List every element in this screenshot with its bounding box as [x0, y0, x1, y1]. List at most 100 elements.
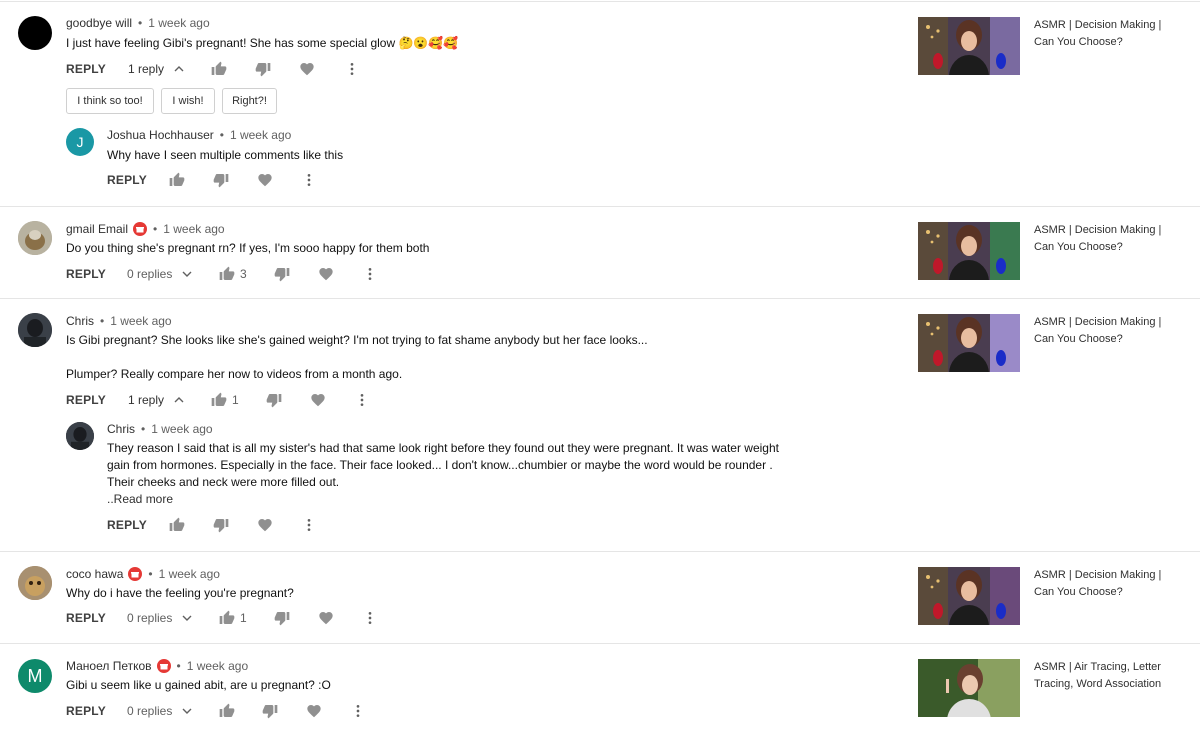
- like-count: 1: [232, 393, 239, 407]
- thumbs-down-icon: [266, 394, 282, 408]
- like-button[interactable]: [211, 59, 227, 79]
- more-actions-button[interactable]: [362, 608, 378, 628]
- dislike-button[interactable]: [274, 608, 290, 628]
- author-name[interactable]: Chris: [66, 314, 94, 328]
- video-thumbnail[interactable]: [918, 222, 1020, 280]
- view-replies-button[interactable]: 1 reply: [128, 390, 184, 410]
- reply-button[interactable]: REPLY: [107, 170, 147, 190]
- video-title[interactable]: ASMR | Decision Making | Can You Choose?: [1034, 314, 1184, 348]
- video-title[interactable]: ASMR | Decision Making | Can You Choose?: [1034, 222, 1184, 256]
- video-thumbnail[interactable]: [918, 659, 1020, 717]
- author-name[interactable]: goodbye will: [66, 16, 132, 30]
- reply-button[interactable]: REPLY: [107, 515, 147, 535]
- more-actions-button[interactable]: [350, 701, 366, 721]
- reply-button[interactable]: REPLY: [66, 608, 106, 628]
- read-more-link[interactable]: ..Read more: [107, 492, 173, 506]
- view-replies-button[interactable]: 0 replies: [127, 264, 192, 284]
- heart-icon: [258, 519, 272, 532]
- heart-button[interactable]: [318, 264, 334, 284]
- like-button[interactable]: [169, 515, 185, 535]
- video-title-line: ASMR | Decision Making |: [1034, 19, 1162, 31]
- video-title-line: Can You Choose?: [1034, 586, 1123, 598]
- more-vert-icon: [307, 519, 311, 531]
- thumbs-up-icon: [169, 517, 185, 531]
- heart-button[interactable]: [257, 515, 273, 535]
- view-replies-button[interactable]: 0 replies: [127, 608, 192, 628]
- timestamp[interactable]: 1 week ago: [110, 314, 171, 328]
- like-button[interactable]: [219, 701, 235, 721]
- comment-text: Plumper? Really compare her now to video…: [66, 367, 403, 381]
- timestamp[interactable]: 1 week ago: [163, 222, 224, 236]
- more-vert-icon: [368, 612, 372, 624]
- heart-button[interactable]: [310, 390, 326, 410]
- video-title[interactable]: ASMR | Decision Making | Can You Choose?: [1034, 17, 1184, 51]
- gift-icon: [131, 572, 140, 578]
- comment-text: Do you thing she's pregnant rn? If yes, …: [66, 241, 430, 255]
- view-replies-button[interactable]: 1 reply: [128, 59, 184, 79]
- more-actions-button[interactable]: [301, 515, 317, 535]
- like-button[interactable]: [219, 608, 235, 628]
- video-title-line: ASMR | Decision Making |: [1034, 316, 1162, 328]
- like-button[interactable]: [169, 170, 185, 190]
- author-name[interactable]: Chris: [107, 422, 135, 436]
- comment-actions: REPLY 1 reply 1: [66, 390, 376, 410]
- more-actions-button[interactable]: [354, 390, 370, 410]
- comment-header: Маноел Петков • 1 week ago: [66, 659, 249, 673]
- author-name[interactable]: coco hawa: [66, 567, 123, 581]
- comment-text: Gibi u seem like u gained abit, are u pr…: [66, 678, 331, 692]
- dislike-button[interactable]: [274, 264, 290, 284]
- dislike-button[interactable]: [255, 59, 271, 79]
- heart-icon: [300, 63, 314, 76]
- heart-button[interactable]: [306, 701, 322, 721]
- avatar[interactable]: [18, 16, 52, 50]
- avatar[interactable]: [18, 313, 52, 347]
- dislike-button[interactable]: [213, 170, 229, 190]
- timestamp[interactable]: 1 week ago: [159, 567, 220, 581]
- avatar[interactable]: M: [18, 659, 52, 693]
- suggested-reply-chip[interactable]: I think so too!: [66, 88, 154, 114]
- thumbs-down-icon: [274, 612, 290, 626]
- heart-button[interactable]: [257, 170, 273, 190]
- timestamp[interactable]: 1 week ago: [230, 128, 291, 142]
- avatar[interactable]: [66, 422, 94, 450]
- reply-button[interactable]: REPLY: [66, 390, 106, 410]
- dislike-button[interactable]: [266, 390, 282, 410]
- reply-button[interactable]: REPLY: [66, 701, 106, 721]
- video-title[interactable]: ASMR | Decision Making | Can You Choose?: [1034, 567, 1184, 601]
- comment-header: Chris • 1 week ago: [66, 314, 172, 328]
- like-button[interactable]: [219, 264, 235, 284]
- timestamp[interactable]: 1 week ago: [151, 422, 212, 436]
- like-button[interactable]: [211, 390, 227, 410]
- heart-icon: [307, 705, 321, 718]
- timestamp[interactable]: 1 week ago: [187, 659, 248, 673]
- author-name[interactable]: Маноел Петков: [66, 659, 152, 673]
- heart-button[interactable]: [318, 608, 334, 628]
- comment-header: coco hawa • 1 week ago: [66, 567, 220, 581]
- avatar[interactable]: [18, 221, 52, 255]
- video-title[interactable]: ASMR | Air Tracing, Letter Tracing, Word…: [1034, 659, 1184, 693]
- reply-button[interactable]: REPLY: [66, 264, 106, 284]
- thumbs-up-icon: [211, 392, 227, 406]
- video-title-line: Can You Choose?: [1034, 333, 1123, 345]
- replies-label: 1 reply: [128, 393, 165, 407]
- video-thumbnail[interactable]: [918, 567, 1020, 625]
- reply-button[interactable]: REPLY: [66, 59, 106, 79]
- timestamp[interactable]: 1 week ago: [148, 16, 209, 30]
- video-thumbnail[interactable]: [918, 314, 1020, 372]
- suggested-reply-chip[interactable]: Right?!: [222, 88, 277, 114]
- heart-button[interactable]: [299, 59, 315, 79]
- thumbs-up-icon: [211, 61, 227, 75]
- author-name[interactable]: Joshua Hochhauser: [107, 128, 214, 142]
- avatar[interactable]: [18, 566, 52, 600]
- author-name[interactable]: gmail Email: [66, 222, 128, 236]
- video-title-line: Can You Choose?: [1034, 36, 1123, 48]
- more-actions-button[interactable]: [344, 59, 360, 79]
- more-actions-button[interactable]: [362, 264, 378, 284]
- view-replies-button[interactable]: 0 replies: [127, 701, 192, 721]
- more-actions-button[interactable]: [301, 170, 317, 190]
- suggested-reply-chip[interactable]: I wish!: [161, 88, 215, 114]
- avatar[interactable]: J: [66, 128, 94, 156]
- dislike-button[interactable]: [262, 701, 278, 721]
- video-thumbnail[interactable]: [918, 17, 1020, 75]
- dislike-button[interactable]: [213, 515, 229, 535]
